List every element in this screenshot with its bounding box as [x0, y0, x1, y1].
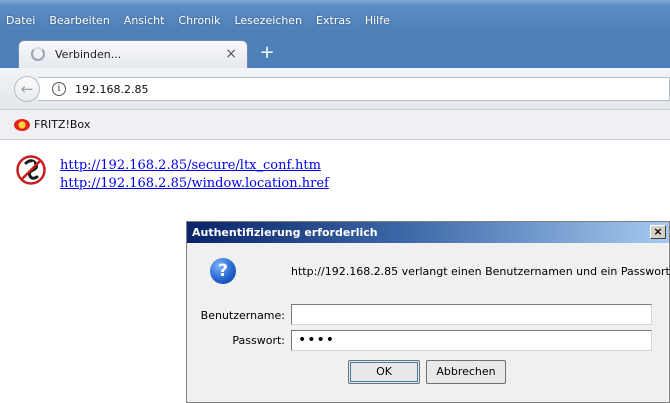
fritzbox-favicon-icon — [14, 118, 30, 131]
noscript-icon — [16, 155, 46, 185]
tab-close-icon[interactable]: × — [225, 46, 237, 62]
back-button[interactable]: ← — [14, 76, 40, 102]
auth-dialog: Authentifizierung erforderlich × ? http:… — [186, 221, 670, 403]
tab-strip: Verbinden... × + — [0, 32, 670, 68]
new-tab-button[interactable]: + — [256, 44, 278, 64]
menu-item-extras[interactable]: Extras — [316, 14, 351, 27]
nav-bar: i 192.168.2.85 ← — [0, 68, 670, 110]
menu-item-ansicht[interactable]: Ansicht — [124, 14, 165, 27]
link-window-location[interactable]: http://192.168.2.85/window.location.href — [60, 175, 329, 193]
username-field[interactable] — [291, 304, 652, 325]
dialog-title: Authentifizierung erforderlich — [192, 226, 378, 239]
menu-bar: Datei Bearbeiten Ansicht Chronik Lesezei… — [0, 0, 670, 32]
dialog-title-bar[interactable]: Authentifizierung erforderlich × — [187, 222, 669, 243]
bookmark-label: FRITZ!Box — [34, 118, 91, 131]
site-info-icon[interactable]: i — [52, 82, 66, 96]
dialog-message: http://192.168.2.85 verlangt einen Benut… — [291, 265, 670, 278]
bookmark-fritzbox[interactable]: FRITZ!Box — [14, 118, 90, 131]
username-label: Benutzername: — [200, 309, 285, 322]
link-list: http://192.168.2.85/secure/ltx_conf.htm … — [60, 157, 329, 193]
password-label: Passwort: — [232, 334, 285, 347]
question-icon: ? — [210, 258, 236, 284]
menu-item-datei[interactable]: Datei — [6, 14, 35, 27]
menu-items: Datei Bearbeiten Ansicht Chronik Lesezei… — [6, 14, 390, 27]
menu-item-bearbeiten[interactable]: Bearbeiten — [49, 14, 109, 27]
tab-verbinden[interactable]: Verbinden... × — [18, 40, 248, 68]
password-field[interactable]: •••• — [291, 330, 652, 351]
menu-item-lesezeichen[interactable]: Lesezeichen — [234, 14, 302, 27]
menu-item-hilfe[interactable]: Hilfe — [365, 14, 390, 27]
dialog-close-button[interactable]: × — [650, 225, 666, 239]
url-bar[interactable]: i 192.168.2.85 — [38, 77, 670, 101]
tab-title: Verbinden... — [55, 48, 122, 61]
bookmarks-bar: FRITZ!Box — [0, 110, 670, 140]
ok-button[interactable]: OK — [348, 360, 420, 384]
link-ltx-conf[interactable]: http://192.168.2.85/secure/ltx_conf.htm — [60, 157, 329, 175]
menu-item-chronik[interactable]: Chronik — [178, 14, 220, 27]
url-text[interactable]: 192.168.2.85 — [75, 83, 148, 96]
cancel-button[interactable]: Abbrechen — [426, 360, 506, 384]
loading-spinner-icon — [31, 47, 45, 61]
